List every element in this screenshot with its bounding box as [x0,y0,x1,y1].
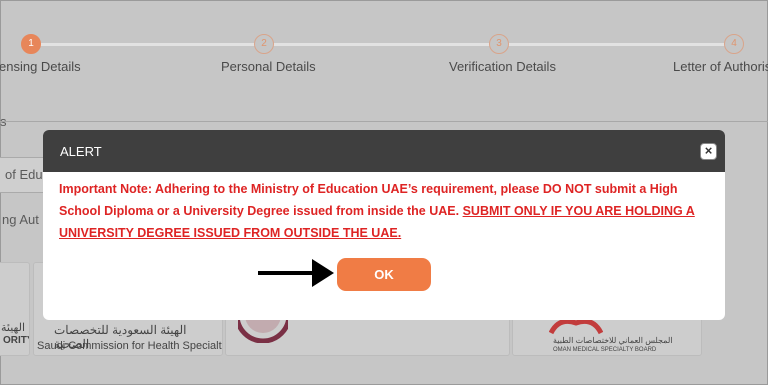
education-select-value: of Edu [5,167,43,182]
oman-arabic-text: المجلس العماني للاختصاصات الطبية [553,336,673,345]
authority-card-left[interactable]: الهيئة ORITY [0,262,30,356]
step-4-circle[interactable]: 4 [724,34,744,54]
step-4-label: Letter of Authoris [673,59,768,74]
step-2-label: Personal Details [221,59,316,74]
scfhs-english-text: Saudi Commission for Health Specialties [37,340,223,352]
ok-button[interactable]: OK [337,258,431,291]
step-3-label: Verification Details [449,59,556,74]
step-3-circle[interactable]: 3 [489,34,509,54]
oman-english-text: OMAN MEDICAL SPECIALTY BOARD [553,347,657,353]
close-icon: × [704,143,713,158]
step-1-circle[interactable]: 1 [21,34,41,54]
authority-english-text: ORITY [3,335,29,346]
step-1-label: ensing Details [0,59,81,74]
stepper-line [30,43,738,46]
authority-arabic-text: الهيئة [1,322,26,334]
field-label-fragment: ng Aut [2,212,39,227]
pointer-arrow-icon [258,259,334,287]
alert-message: Important Note: Adhering to the Ministry… [59,178,713,244]
step-2-circle[interactable]: 2 [254,34,274,54]
education-select[interactable]: of Edu [0,157,49,193]
section-divider [0,121,768,122]
alert-header: ALERT × [43,130,725,172]
alert-dialog: ALERT × Important Note: Adhering to the … [43,130,725,320]
ok-button-label: OK [374,267,394,282]
close-button[interactable]: × [700,143,717,160]
alert-title: ALERT [60,144,102,159]
